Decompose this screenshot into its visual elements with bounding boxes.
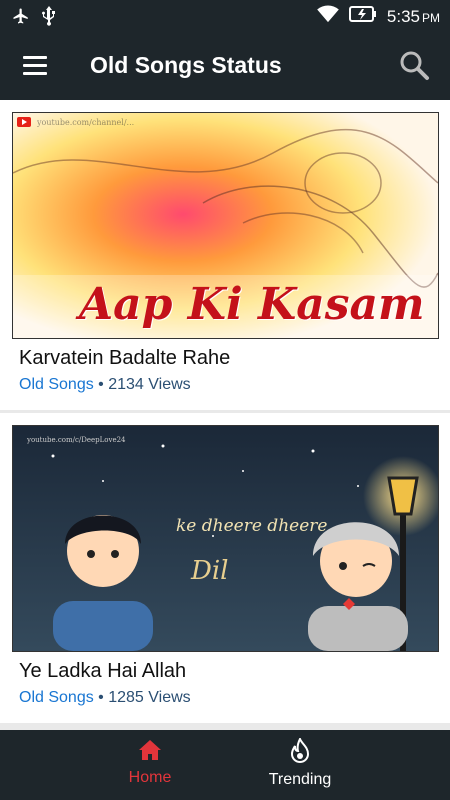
video-thumbnail[interactable]: youtube.com/c/DeepLove24 ke dheere dheer… — [12, 425, 439, 652]
thumbnail-watermark: youtube.com/channel/... — [37, 118, 135, 127]
thumbnail-overlay-line2: Dil — [191, 556, 229, 586]
page-title: Old Songs Status — [90, 52, 282, 78]
meta-separator: • — [93, 376, 109, 393]
search-button[interactable] — [398, 49, 430, 81]
status-bar: 5:35 PM — [0, 0, 450, 32]
nav-trending-label: Trending — [268, 771, 332, 788]
video-views: 2134 Views — [108, 376, 191, 393]
video-feed[interactable]: youtube.com/channel/... Aap Ki Kasam Kar… — [0, 100, 450, 730]
app-bar: Old Songs Status — [0, 32, 450, 100]
home-icon — [139, 740, 161, 760]
bottom-navigation: Home Trending — [0, 730, 450, 800]
usb-icon — [42, 6, 56, 31]
video-category[interactable]: Old Songs — [19, 376, 94, 393]
hamburger-menu-icon — [23, 56, 47, 75]
video-card[interactable]: youtube.com/c/DeepLove24 ke dheere dheer… — [0, 413, 450, 723]
nav-home[interactable]: Home — [90, 738, 210, 787]
video-category[interactable]: Old Songs — [19, 689, 94, 706]
wifi-icon — [317, 5, 339, 28]
video-title[interactable]: Karvatein Badalte Rahe — [19, 347, 230, 370]
thumbnail-watermark: youtube.com/c/DeepLove24 — [27, 436, 126, 444]
thumbnail-overlay-line1: ke dheere dheere — [176, 516, 328, 536]
video-meta: Old Songs • 1285 Views — [19, 689, 191, 707]
thumbnail-overlay-text: Aap Ki Kasam — [79, 279, 425, 330]
clock-time: 5:35 — [386, 6, 420, 26]
search-icon — [400, 51, 429, 80]
clock-ampm: PM — [422, 10, 440, 25]
video-thumbnail[interactable]: youtube.com/channel/... Aap Ki Kasam — [12, 112, 439, 339]
video-card[interactable]: youtube.com/channel/... Aap Ki Kasam Kar… — [0, 100, 450, 410]
clock: 5:35 PM — [387, 7, 440, 27]
meta-separator: • — [93, 689, 109, 706]
nav-home-label: Home — [128, 769, 172, 786]
nav-trending[interactable]: Trending — [240, 736, 360, 789]
airplane-mode-icon — [12, 7, 30, 30]
video-views: 1285 Views — [108, 689, 191, 706]
fire-icon — [290, 736, 310, 763]
menu-button[interactable] — [20, 52, 50, 80]
video-meta: Old Songs • 2134 Views — [19, 376, 191, 394]
battery-charging-icon — [348, 6, 377, 27]
video-title[interactable]: Ye Ladka Hai Allah — [19, 660, 186, 683]
